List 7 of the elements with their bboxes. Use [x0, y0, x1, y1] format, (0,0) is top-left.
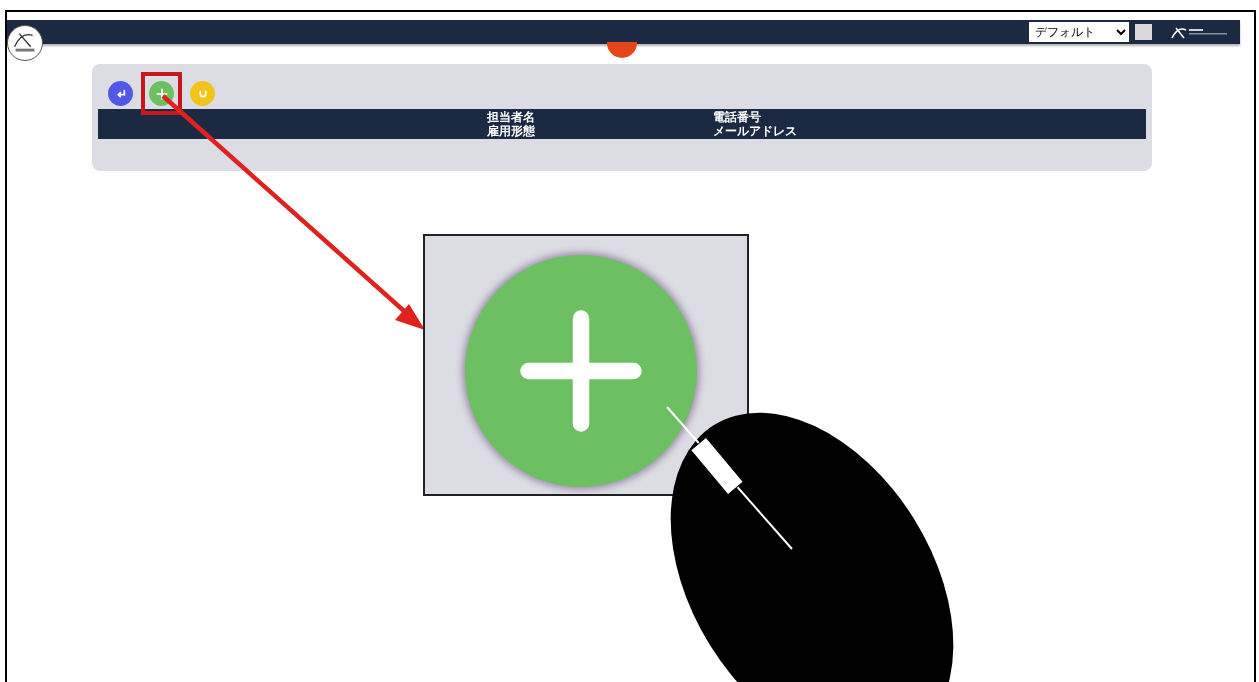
column-header: 担当者名 雇用形態: [486, 109, 535, 139]
logo-icon: [7, 25, 43, 61]
back-button[interactable]: [108, 81, 133, 106]
column-header: 電話番号 メールアドレス: [712, 109, 797, 139]
add-button[interactable]: [149, 81, 174, 106]
pull-down-tab[interactable]: [607, 42, 637, 58]
theme-select[interactable]: デフォルト: [1029, 22, 1129, 42]
